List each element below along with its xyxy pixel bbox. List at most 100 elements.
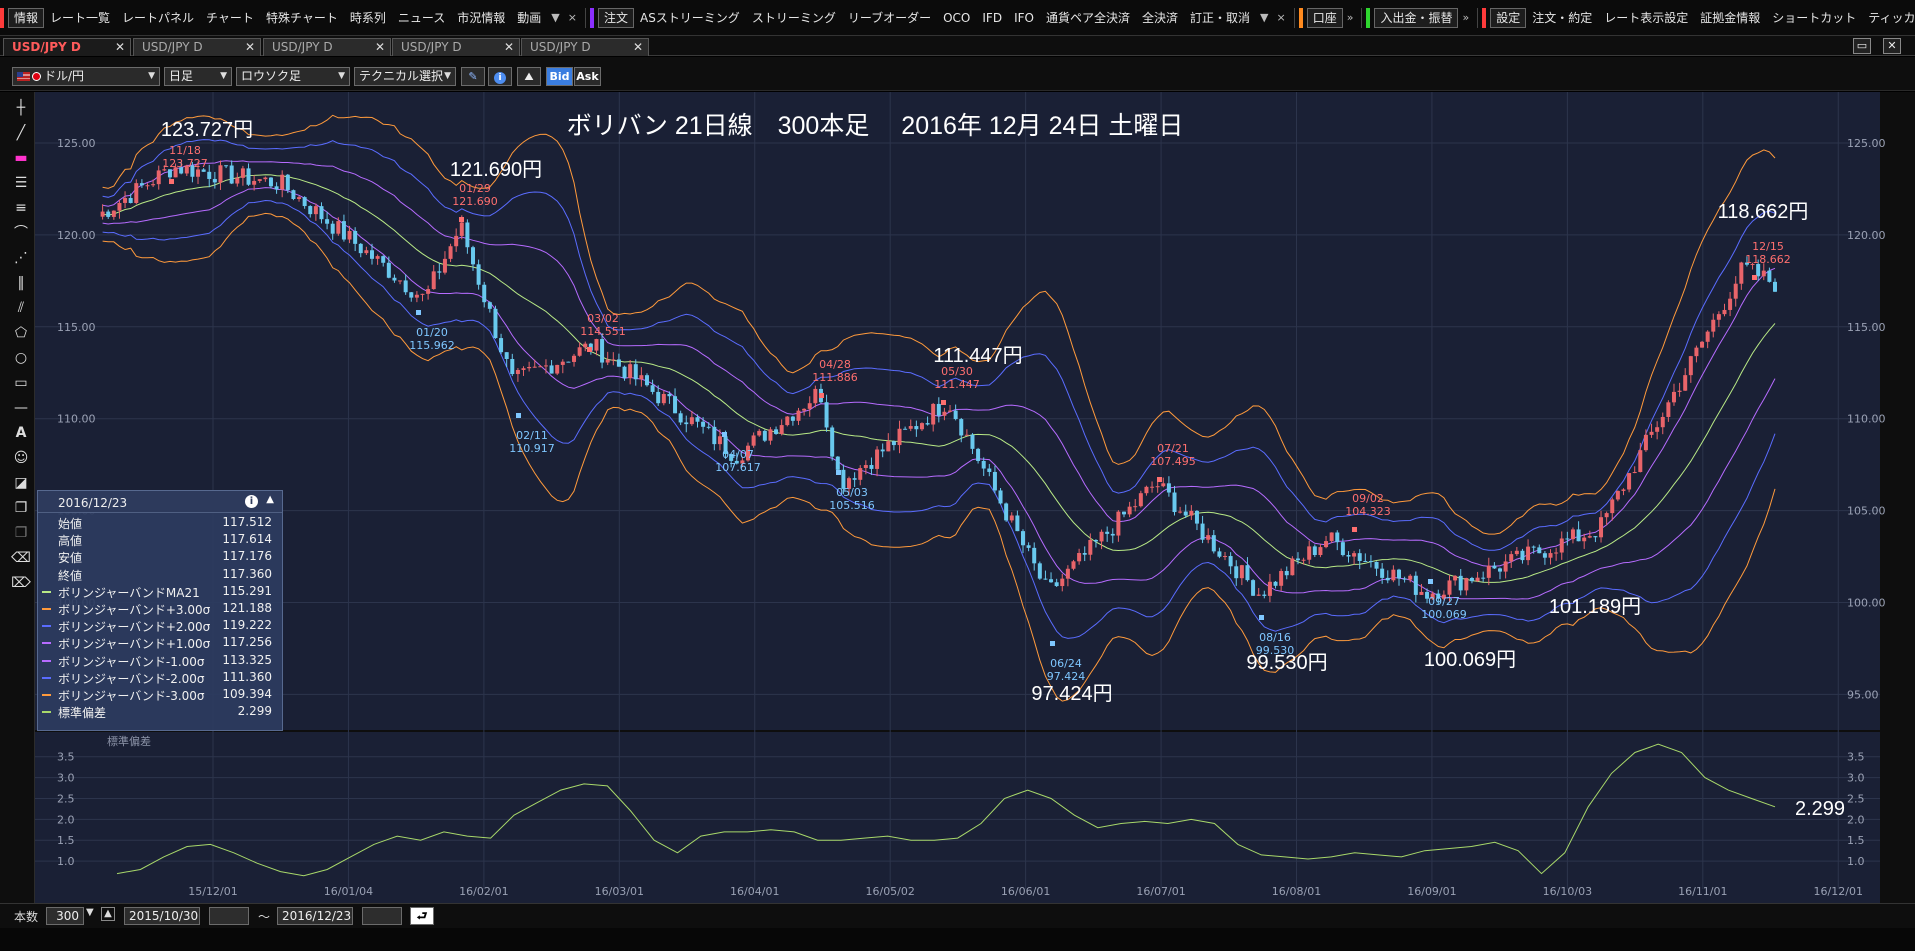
- data-panel-label: 標準偏差: [58, 706, 107, 721]
- data-panel-row: 高値 117.614: [38, 531, 282, 548]
- menu-item[interactable]: 情報: [8, 7, 45, 28]
- count-up-icon[interactable]: ▲: [101, 907, 115, 921]
- bid-button[interactable]: Bid: [546, 67, 573, 86]
- menu-more-icon[interactable]: »: [1343, 11, 1358, 24]
- fan-icon[interactable]: ⋰: [10, 247, 32, 269]
- extreme-marker: [722, 432, 727, 437]
- menu-close-icon[interactable]: ×: [1272, 11, 1289, 24]
- magnet-icon[interactable]: ◪: [10, 472, 32, 494]
- to-time-field[interactable]: [362, 907, 402, 925]
- menu-item[interactable]: 設定: [1490, 7, 1527, 28]
- chart-type-select[interactable]: ロウソク足 ▼: [236, 67, 350, 86]
- x-tick-label: 15/12/01: [188, 885, 237, 898]
- menu-item[interactable]: ストリーミング: [746, 0, 842, 35]
- ask-button[interactable]: Ask: [574, 67, 601, 86]
- currency-pair-select[interactable]: ドル/円 ▼: [12, 67, 160, 86]
- chart-area[interactable]: 123.727円121.690円111.447円97.424円99.530円 10…: [35, 92, 1915, 903]
- annotation-date: 05/30: [941, 365, 973, 378]
- menu-item[interactable]: ニュース: [392, 0, 451, 35]
- close-icon[interactable]: ✕: [245, 39, 255, 55]
- from-date-field[interactable]: 2015/10/30: [124, 907, 200, 925]
- to-date-field[interactable]: 2016/12/23: [277, 907, 353, 925]
- menu-item[interactable]: 訂正・取消: [1184, 0, 1256, 35]
- bar-count-input[interactable]: 300: [46, 907, 84, 925]
- menu-item[interactable]: レートパネル: [116, 0, 200, 35]
- menu-item[interactable]: ショートカット: [1766, 0, 1862, 35]
- eraser-icon[interactable]: ⌫: [10, 547, 32, 569]
- menu-item[interactable]: 通貨ペア全決済: [1040, 0, 1136, 35]
- menu-item[interactable]: レート表示設定: [1598, 0, 1694, 35]
- horizontal-line-icon[interactable]: ☰: [10, 172, 32, 194]
- channel-icon[interactable]: ≡: [10, 197, 32, 219]
- menu-item[interactable]: レート一覧: [44, 0, 116, 35]
- x-tick-label: 16/05/02: [865, 885, 914, 898]
- menu-item[interactable]: ティッカー: [1862, 0, 1915, 35]
- menu-item[interactable]: 動画: [511, 0, 547, 35]
- rectangle-icon[interactable]: ▭: [10, 372, 32, 394]
- info-button[interactable]: i: [488, 67, 512, 86]
- menu-close-icon[interactable]: ×: [564, 11, 581, 24]
- count-down-icon[interactable]: ▼: [86, 907, 94, 918]
- menu-item[interactable]: ASストリーミング: [634, 0, 746, 35]
- menu-item[interactable]: 注文・約定: [1526, 0, 1598, 35]
- timeframe-select[interactable]: 日足 ▼: [164, 67, 232, 86]
- info-icon[interactable]: i: [245, 495, 258, 508]
- technical-select[interactable]: テクニカル選択 ▼: [354, 67, 456, 86]
- close-icon[interactable]: ✕: [633, 39, 643, 55]
- tab-usdjpy-d-5[interactable]: USD/JPY D ✕: [521, 38, 649, 56]
- menu-item[interactable]: 証拠金情報: [1694, 0, 1766, 35]
- copy-icon[interactable]: ❐: [10, 497, 32, 519]
- menu-item[interactable]: OCO: [937, 0, 976, 35]
- text-tool-icon[interactable]: A: [10, 422, 32, 444]
- menu-more-icon[interactable]: »: [1458, 11, 1473, 24]
- menu-item[interactable]: 口座: [1306, 7, 1343, 28]
- menu-item[interactable]: 入出金・振替: [1374, 7, 1459, 28]
- refresh-return-icon[interactable]: ⮐: [410, 907, 434, 925]
- tab-usdjpy-d-1[interactable]: USD/JPY D ✕: [3, 38, 131, 56]
- erase-all-icon[interactable]: ⌦: [10, 572, 32, 594]
- pitchfork-icon[interactable]: ⫽: [10, 297, 32, 319]
- menu-dropdown-icon[interactable]: ▼: [547, 11, 563, 24]
- from-time-field[interactable]: [209, 907, 249, 925]
- fibonacci-arc-icon[interactable]: ⌒: [10, 222, 32, 244]
- chart-settings-button[interactable]: ⛰: [517, 67, 541, 86]
- data-panel-label: 始値: [58, 517, 83, 531]
- candle: [835, 456, 840, 471]
- crosshair-icon[interactable]: ┼: [10, 97, 32, 119]
- tab-usdjpy-d-2[interactable]: USD/JPY D ✕: [133, 38, 261, 56]
- close-icon[interactable]: ✕: [504, 39, 514, 55]
- maximize-icon[interactable]: ▭: [1853, 38, 1871, 54]
- paste-icon[interactable]: ❐: [10, 522, 32, 544]
- vertical-lines-icon[interactable]: ‖: [10, 272, 32, 294]
- extreme-price-label: 100.069円: [1424, 649, 1516, 671]
- menu-item[interactable]: 市況情報: [451, 0, 511, 35]
- menu-item[interactable]: リーブオーダー: [842, 0, 937, 35]
- menu-item[interactable]: 時系列: [344, 0, 392, 35]
- menu-item[interactable]: 全決済: [1136, 0, 1184, 35]
- annotation-date: 08/16: [1259, 631, 1291, 644]
- emoji-icon[interactable]: ☺: [10, 447, 32, 469]
- collapse-icon[interactable]: ▲: [266, 494, 274, 505]
- close-window-icon[interactable]: ✕: [1883, 38, 1901, 54]
- menu-item[interactable]: 注文: [597, 7, 634, 28]
- tab-label: USD/JPY D: [530, 40, 591, 54]
- menu-item[interactable]: IFO: [1008, 0, 1040, 35]
- std-y-tick-label-right: 3.5: [1847, 751, 1865, 764]
- pen-tool-button[interactable]: ✎: [461, 67, 485, 86]
- menu-dropdown-icon[interactable]: ▼: [1256, 11, 1272, 24]
- ruler-icon[interactable]: ▬: [10, 147, 32, 169]
- tab-usdjpy-d-4[interactable]: USD/JPY D ✕: [392, 38, 520, 56]
- std-y-tick-label: 2.0: [57, 813, 75, 826]
- trendline-icon[interactable]: ╱: [10, 122, 32, 144]
- close-icon[interactable]: ✕: [375, 39, 385, 55]
- hline-icon[interactable]: —: [10, 397, 32, 419]
- tab-usdjpy-d-3[interactable]: USD/JPY D ✕: [263, 38, 391, 56]
- pentagon-icon[interactable]: ⬠: [10, 322, 32, 344]
- annotation-value: 111.886: [812, 371, 858, 384]
- circle-icon[interactable]: ○: [10, 347, 32, 369]
- chart-toolbar: ドル/円 ▼ 日足 ▼ ロウソク足 ▼ テクニカル選択 ▼ ✎ i ⛰ Bid Ask: [0, 57, 1915, 91]
- close-icon[interactable]: ✕: [115, 39, 125, 55]
- menu-item[interactable]: IFD: [976, 0, 1008, 35]
- menu-item[interactable]: 特殊チャート: [260, 0, 344, 35]
- menu-item[interactable]: チャート: [200, 0, 260, 35]
